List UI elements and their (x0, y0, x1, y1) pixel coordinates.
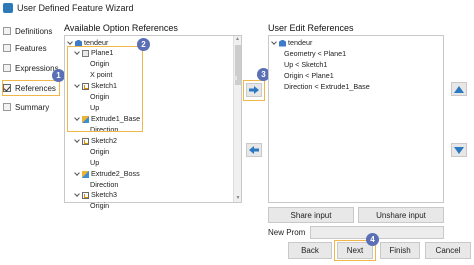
tree-item-sketch2[interactable]: Sketch2 (74, 136, 117, 146)
app-icon (3, 3, 13, 13)
tree-item-origin[interactable]: Origin (90, 147, 109, 157)
reference-item[interactable]: Up < Sketch1 (284, 60, 327, 70)
tree-label: Extrude2_Boss (91, 169, 140, 178)
tree-item-origin[interactable]: Origin (90, 201, 109, 211)
chevron-down-icon[interactable] (271, 40, 277, 46)
triangle-down-icon (454, 146, 464, 154)
move-up-button[interactable] (451, 82, 467, 96)
available-references-heading: Available Option References (64, 23, 178, 33)
title-bar: User Defined Feature Wizard (0, 0, 474, 16)
triangle-up-icon (454, 85, 464, 93)
callout-4: 4 (366, 233, 379, 246)
summary-checkbox[interactable] (3, 103, 11, 111)
reference-label: Geometry < Plane1 (284, 49, 347, 58)
part-icon (279, 39, 286, 47)
expressions-checkbox[interactable] (3, 64, 11, 72)
sidebar-item-features[interactable]: Features (3, 41, 47, 55)
sidebar-item-expressions[interactable]: Expressions (3, 61, 59, 75)
share-input-button[interactable]: Share input (268, 207, 354, 223)
move-right-button[interactable] (246, 83, 262, 97)
arrow-right-icon (249, 86, 259, 94)
splitter-handle[interactable] (233, 76, 237, 80)
sketch-icon (82, 137, 89, 145)
selected-references-highlight (67, 46, 143, 132)
features-checkbox[interactable] (3, 44, 11, 52)
user-edit-references-heading: User Edit References (268, 23, 354, 33)
available-scrollbar[interactable]: ▲ ▼ (233, 36, 241, 202)
tree-item-tendeur[interactable]: tendeur (271, 38, 312, 48)
tree-item-up[interactable]: Up (90, 158, 99, 168)
sidebar-item-label: Definitions (15, 26, 53, 36)
tree-label: Origin (90, 201, 110, 210)
extrude-icon (82, 170, 89, 178)
unshare-input-button[interactable]: Unshare input (358, 207, 444, 223)
tree-item-extrude2-boss[interactable]: Extrude2_Boss (74, 169, 140, 179)
tree-item-sketch3[interactable]: Sketch3 (74, 190, 117, 200)
cancel-button[interactable]: Cancel (425, 242, 471, 259)
chevron-down-icon[interactable] (74, 192, 80, 198)
reference-label: Up < Sketch1 (284, 60, 328, 69)
move-down-button[interactable] (451, 143, 467, 157)
reference-label: Origin < Plane1 (284, 71, 334, 80)
sidebar-item-summary[interactable]: Summary (3, 100, 49, 114)
finish-button[interactable]: Finish (380, 242, 420, 259)
back-button[interactable]: Back (288, 242, 332, 259)
tree-label: Direction (90, 180, 119, 189)
tree-item-direction[interactable]: Direction (90, 180, 118, 190)
sidebar-item-definitions[interactable]: Definitions (3, 24, 52, 38)
chevron-down-icon[interactable] (74, 138, 80, 144)
arrow-left-icon (249, 146, 259, 154)
sidebar-item-label: Summary (15, 102, 50, 112)
definitions-checkbox[interactable] (3, 27, 11, 35)
tree-label: Up (90, 158, 100, 167)
sidebar-item-label: Features (15, 43, 47, 53)
reference-item[interactable]: Geometry < Plane1 (284, 49, 346, 59)
scroll-up-icon[interactable]: ▲ (234, 36, 241, 43)
tree-label: tendeur (288, 38, 313, 47)
reference-item[interactable]: Direction < Extrude1_Base (284, 82, 370, 92)
scroll-down-icon[interactable]: ▼ (234, 195, 242, 202)
sidebar-item-label: References (15, 83, 56, 93)
window-title: User Defined Feature Wizard (17, 3, 134, 13)
tree-label: Sketch2 (91, 136, 117, 145)
sketch-icon (82, 191, 89, 199)
reference-item[interactable]: Origin < Plane1 (284, 71, 334, 81)
reference-label: Direction < Extrude1_Base (284, 82, 370, 91)
tree-label: Origin (90, 147, 110, 156)
move-left-button[interactable] (246, 143, 262, 157)
user-edit-references-list[interactable]: tendeur Geometry < Plane1 Up < Sketch1 O… (268, 35, 444, 203)
tree-label: Sketch3 (91, 190, 117, 199)
new-prompt-label: New Prom (268, 228, 306, 237)
callout-2: 2 (137, 38, 150, 51)
sidebar-item-references[interactable]: References (3, 81, 56, 95)
references-checkbox[interactable] (3, 84, 11, 92)
chevron-down-icon[interactable] (74, 171, 80, 177)
